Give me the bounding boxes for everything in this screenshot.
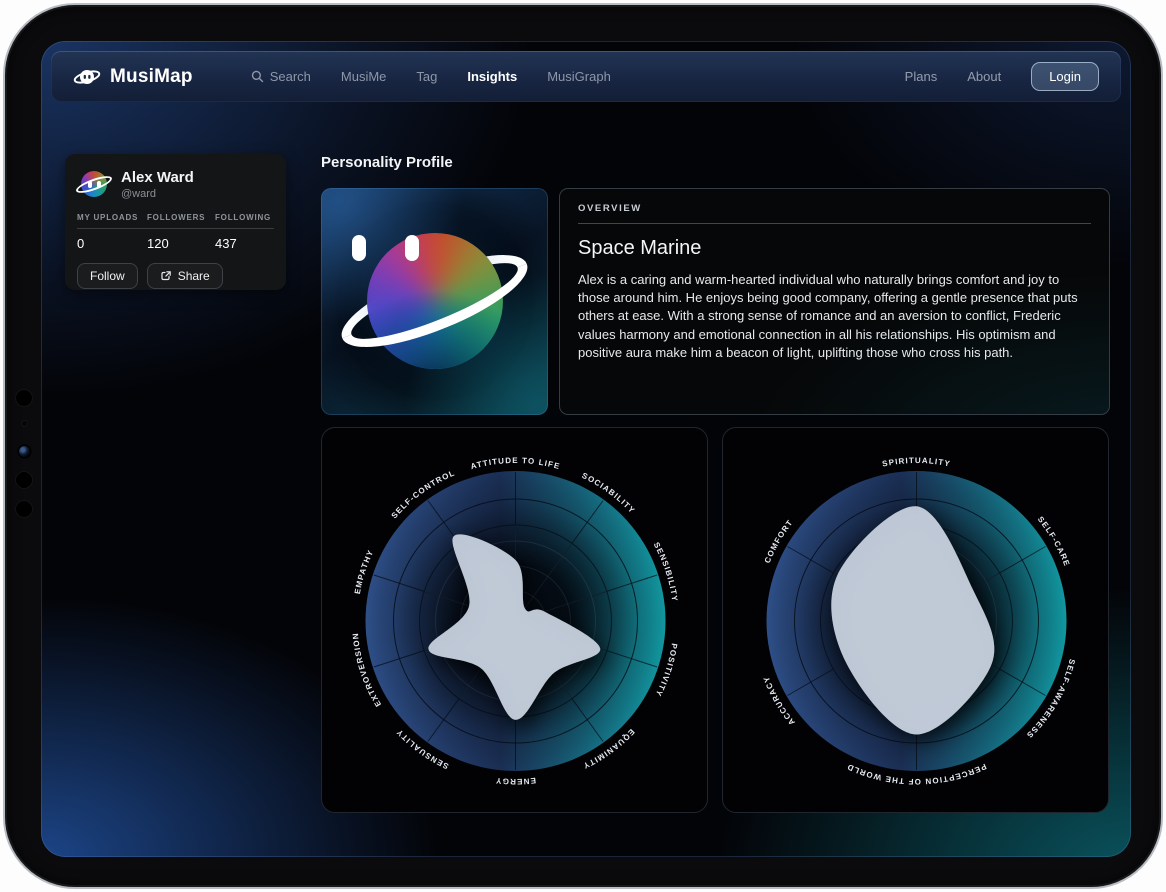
personality-radar-card: ATTITUDE TO LIFESOCIABILITYSENSIBILITYPO… xyxy=(321,427,708,813)
app-screen: MusiMap Search MusiMe Tag Insights MusiG… xyxy=(41,41,1131,857)
stat-value-uploads: 0 xyxy=(77,236,147,251)
nav-item-musime[interactable]: MusiMe xyxy=(341,69,387,84)
follow-button[interactable]: Follow xyxy=(77,263,138,289)
front-camera-icon xyxy=(19,446,30,457)
overview-card: OVERVIEW Space Marine Alex is a caring a… xyxy=(559,188,1110,415)
archetype-description: Alex is a caring and warm-hearted indivi… xyxy=(578,271,1094,362)
brand-logo[interactable]: MusiMap xyxy=(73,66,193,88)
stat-value-following: 437 xyxy=(215,236,237,251)
profile-handle: @ward xyxy=(121,188,194,200)
stats-divider xyxy=(77,228,274,229)
external-link-icon xyxy=(160,270,172,282)
svg-text:SPIRITUALITY: SPIRITUALITY xyxy=(881,456,951,469)
brand-name: MusiMap xyxy=(110,66,193,88)
share-button[interactable]: Share xyxy=(147,263,223,289)
wellbeing-radar-card: SPIRITUALITYSELF-CARESELF-AWARENESSPERCE… xyxy=(722,427,1109,813)
planet-logo-icon xyxy=(73,66,101,88)
profile-avatar xyxy=(77,167,111,201)
svg-text:ENERGY: ENERGY xyxy=(495,776,537,786)
planet-eye-icon xyxy=(352,235,366,261)
profile-actions: Follow Share xyxy=(77,263,274,289)
page-title: Personality Profile xyxy=(321,154,453,171)
personality-avatar-card xyxy=(321,188,548,415)
login-button[interactable]: Login xyxy=(1031,62,1099,91)
profile-identity: Alex Ward @ward xyxy=(121,169,194,200)
stat-label-following: FOLLOWING xyxy=(215,213,271,222)
navbar-right: Plans About Login xyxy=(905,62,1099,91)
primary-nav: Search MusiMe Tag Insights MusiGraph xyxy=(251,69,611,84)
nav-item-insights[interactable]: Insights xyxy=(467,69,517,84)
share-button-label: Share xyxy=(178,269,210,283)
profile-name: Alex Ward xyxy=(121,169,194,186)
stat-label-uploads: MY UPLOADS xyxy=(77,213,147,222)
svg-text:ATTITUDE TO LIFE: ATTITUDE TO LIFE xyxy=(470,456,562,471)
nav-item-musigraph[interactable]: MusiGraph xyxy=(547,69,611,84)
wellbeing-radar-chart: SPIRITUALITYSELF-CARESELF-AWARENESSPERCE… xyxy=(723,428,1109,813)
overview-divider xyxy=(578,223,1091,224)
stat-label-followers: FOLLOWERS xyxy=(147,213,215,222)
profile-card: Alex Ward @ward MY UPLOADS FOLLOWERS FOL… xyxy=(65,154,286,290)
bezel-sensor-dot xyxy=(16,390,32,406)
archetype-title: Space Marine xyxy=(578,237,1091,260)
avatar-eye-icon xyxy=(88,181,92,188)
search-icon xyxy=(251,70,264,83)
avatar-eye-icon xyxy=(97,181,101,188)
profile-header: Alex Ward @ward xyxy=(77,167,274,201)
profile-stat-labels: MY UPLOADS FOLLOWERS FOLLOWING xyxy=(77,213,274,222)
personality-radar-chart: ATTITUDE TO LIFESOCIABILITYSENSIBILITYPO… xyxy=(322,428,708,813)
bezel-microphone-dot xyxy=(22,421,27,426)
overview-label: OVERVIEW xyxy=(578,203,1091,214)
profile-stat-values: 0 120 437 xyxy=(77,236,274,251)
nav-item-tag[interactable]: Tag xyxy=(416,69,437,84)
bezel-sensor-dot xyxy=(16,472,32,488)
follow-button-label: Follow xyxy=(90,269,125,283)
nav-item-search[interactable]: Search xyxy=(251,69,311,84)
navbar: MusiMap Search MusiMe Tag Insights MusiG… xyxy=(51,51,1121,102)
screenshot-stage: MusiMap Search MusiMe Tag Insights MusiG… xyxy=(0,0,1166,892)
tablet-device: MusiMap Search MusiMe Tag Insights MusiG… xyxy=(3,3,1163,889)
bezel-sensor-dot xyxy=(16,501,32,517)
nav-item-plans[interactable]: Plans xyxy=(905,69,938,84)
nav-item-label: Search xyxy=(270,69,311,84)
planet-eye-icon xyxy=(405,235,419,261)
nav-item-about[interactable]: About xyxy=(967,69,1001,84)
stat-value-followers: 120 xyxy=(147,236,215,251)
